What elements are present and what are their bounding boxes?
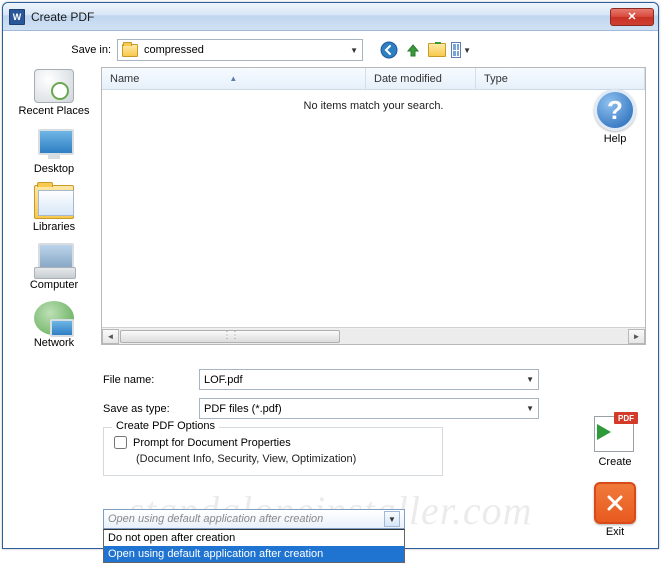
app-icon: W [9, 9, 25, 25]
col-date[interactable]: Date modified [366, 68, 476, 89]
window-title: Create PDF [31, 10, 610, 24]
file-listing[interactable]: Name ▲ Date modified Type No items match… [101, 67, 646, 345]
place-computer[interactable]: Computer [17, 243, 91, 291]
help-label: Help [590, 133, 640, 145]
save-in-label: Save in: [55, 44, 111, 56]
savetype-label: Save as type: [103, 403, 199, 415]
filename-value: LOF.pdf [204, 374, 243, 386]
place-network[interactable]: Network [17, 301, 91, 349]
filename-row: File name: LOF.pdf ▼ [103, 369, 646, 390]
place-label: Desktop [17, 163, 91, 175]
computer-icon [34, 243, 74, 277]
places-bar: Recent Places Desktop Libraries Computer… [15, 67, 93, 359]
column-headers: Name ▲ Date modified Type [102, 68, 645, 90]
horizontal-scrollbar[interactable]: ◄ ► [102, 327, 645, 344]
desktop-icon [34, 127, 74, 161]
views-grid-icon [451, 42, 461, 58]
dropdown-list: Do not open after creation Open using de… [103, 529, 405, 563]
place-label: Computer [17, 279, 91, 291]
chevron-down-icon: ▼ [463, 46, 471, 55]
scroll-right-button[interactable]: ► [628, 329, 645, 344]
col-type[interactable]: Type [476, 68, 645, 89]
nav-newfolder-button[interactable] [427, 40, 447, 60]
create-label: Create [590, 456, 640, 468]
help-icon: ? [594, 89, 636, 131]
savetype-value: PDF files (*.pdf) [204, 403, 282, 415]
save-in-row: Save in: compressed ▼ ▼ [15, 39, 646, 61]
recent-places-icon [34, 69, 74, 103]
create-button[interactable]: Create [590, 412, 640, 468]
nav-back-button[interactable] [379, 40, 399, 60]
chevron-down-icon: ▼ [384, 511, 400, 527]
savetype-row: Save as type: PDF files (*.pdf) ▼ [103, 398, 646, 419]
chevron-down-icon: ▼ [526, 375, 534, 384]
close-button[interactable] [610, 8, 654, 26]
prompt-sublabel: (Document Info, Security, View, Optimiza… [136, 453, 432, 465]
right-column: ? Help [590, 89, 640, 163]
empty-message: No items match your search. [102, 90, 645, 327]
filename-label: File name: [103, 374, 199, 386]
dropdown-option[interactable]: Do not open after creation [104, 530, 404, 546]
right-column-bottom: Create Exit [590, 412, 640, 538]
folder-icon [122, 44, 138, 57]
nav-up-button[interactable] [403, 40, 423, 60]
scroll-left-button[interactable]: ◄ [102, 329, 119, 344]
client-area: Save in: compressed ▼ ▼ [3, 31, 658, 548]
place-libraries[interactable]: Libraries [17, 185, 91, 233]
savetype-combo[interactable]: PDF files (*.pdf) ▼ [199, 398, 539, 419]
new-folder-icon [428, 43, 446, 57]
sort-ascending-icon: ▲ [229, 74, 237, 83]
after-creation-dropdown[interactable]: Open using default application after cre… [103, 509, 405, 563]
form-rows: File name: LOF.pdf ▼ Save as type: PDF f… [15, 369, 646, 419]
libraries-icon [34, 185, 74, 219]
main-area: Recent Places Desktop Libraries Computer… [15, 67, 646, 359]
place-label: Recent Places [17, 105, 91, 117]
options-legend: Create PDF Options [112, 420, 219, 432]
exit-icon [594, 482, 636, 524]
chevron-down-icon: ▼ [350, 46, 358, 55]
col-name[interactable]: Name ▲ [102, 68, 366, 89]
network-icon [34, 301, 74, 335]
scroll-track[interactable] [119, 329, 628, 344]
place-recent[interactable]: Recent Places [17, 69, 91, 117]
chevron-down-icon: ▼ [526, 404, 534, 413]
exit-label: Exit [590, 526, 640, 538]
titlebar[interactable]: W Create PDF [3, 3, 658, 31]
create-pdf-icon [594, 412, 636, 454]
prompt-checkbox-row[interactable]: Prompt for Document Properties [114, 436, 432, 449]
save-in-value: compressed [144, 44, 204, 56]
place-desktop[interactable]: Desktop [17, 127, 91, 175]
exit-button[interactable]: Exit [590, 482, 640, 538]
nav-views-button[interactable]: ▼ [451, 40, 471, 60]
filename-combo[interactable]: LOF.pdf ▼ [199, 369, 539, 390]
prompt-label: Prompt for Document Properties [133, 437, 291, 449]
place-label: Network [17, 337, 91, 349]
save-in-combo[interactable]: compressed ▼ [117, 39, 363, 61]
nav-buttons: ▼ [379, 40, 471, 60]
prompt-checkbox[interactable] [114, 436, 127, 449]
dialog-window: W Create PDF Save in: compressed ▼ [2, 2, 659, 549]
scroll-thumb[interactable] [120, 330, 340, 343]
create-pdf-options: Create PDF Options Prompt for Document P… [103, 427, 443, 476]
place-label: Libraries [17, 221, 91, 233]
dropdown-selected[interactable]: Open using default application after cre… [103, 509, 405, 529]
help-button[interactable]: ? Help [590, 89, 640, 145]
dropdown-option[interactable]: Open using default application after cre… [104, 546, 404, 562]
